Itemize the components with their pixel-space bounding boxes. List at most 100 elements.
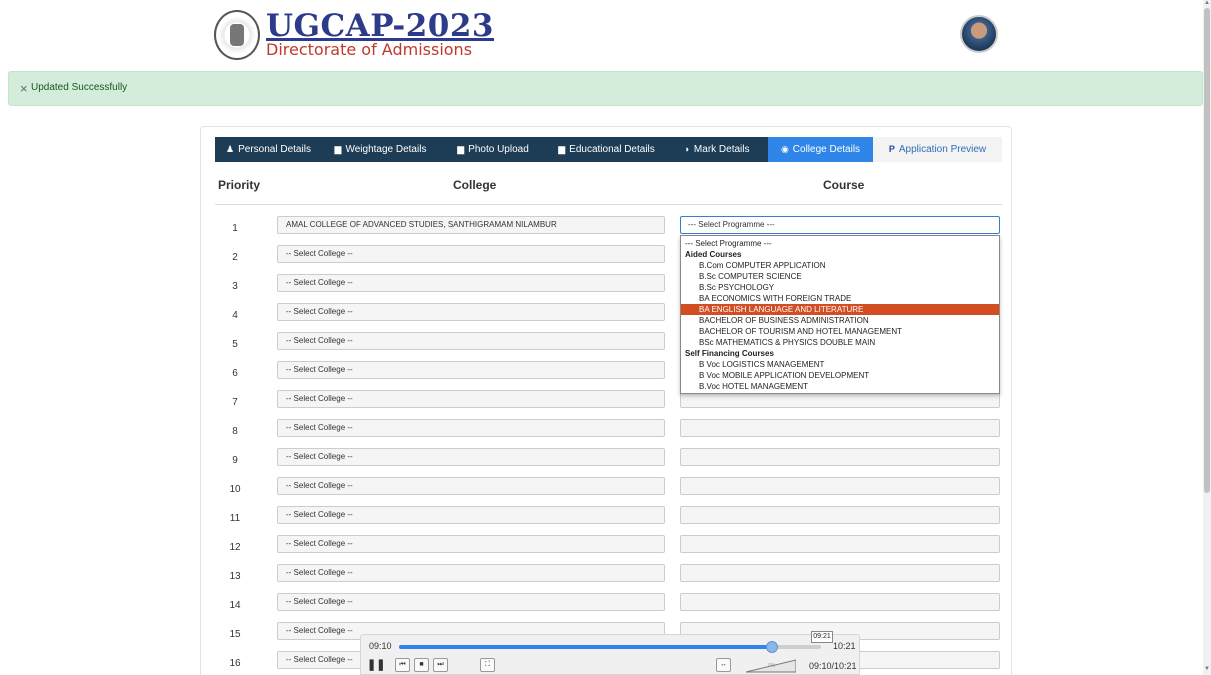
seek-handle[interactable] bbox=[765, 641, 778, 653]
seek-progress bbox=[399, 645, 772, 649]
dropdown-option[interactable]: B.Sc COMPUTER SCIENCE bbox=[681, 271, 999, 282]
course-select[interactable] bbox=[680, 564, 1000, 582]
dropdown-option[interactable]: BSc MATHEMATICS & PHYSICS DOUBLE MAIN bbox=[681, 337, 999, 348]
college-select[interactable]: -- Select College -- bbox=[277, 303, 665, 321]
priority-number: 10 bbox=[229, 484, 241, 495]
alert-message: Updated Successfully bbox=[31, 82, 128, 93]
college-select[interactable]: -- Select College -- bbox=[277, 506, 665, 524]
course-header: Course bbox=[823, 178, 865, 192]
seek-bar[interactable]: 09:21 bbox=[399, 631, 833, 653]
college-select[interactable]: -- Select College -- bbox=[277, 390, 665, 408]
priority-number: 5 bbox=[232, 339, 238, 350]
dropdown-option[interactable]: BACHELOR OF TOURISM AND HOTEL MANAGEMENT bbox=[681, 326, 999, 337]
priority-number: 3 bbox=[232, 281, 238, 292]
total-time: 10:21 bbox=[833, 641, 856, 651]
priority-number: 11 bbox=[229, 513, 241, 524]
tab-mark-details[interactable]: ◗ Mark Details bbox=[666, 137, 768, 162]
course-select[interactable] bbox=[680, 593, 1000, 611]
tab-weightage-details[interactable]: ▆ Weightage Details bbox=[322, 137, 439, 162]
dropdown-option[interactable]: B.Sc PSYCHOLOGY bbox=[681, 282, 999, 293]
book-icon: ▆ bbox=[334, 144, 342, 154]
college-select[interactable]: -- Select College -- bbox=[277, 477, 665, 495]
radio-icon: ◉ bbox=[780, 144, 789, 154]
fullscreen-icon[interactable]: ⛶ bbox=[480, 658, 495, 672]
tab-label: Personal Details bbox=[238, 144, 311, 155]
tab-application-preview[interactable]: P Application Preview bbox=[873, 137, 1002, 162]
college-select[interactable]: -- Select College -- bbox=[277, 245, 665, 263]
site-header: UGCAP-2023 Directorate of Admissions bbox=[0, 0, 1203, 70]
current-time: 09:10 bbox=[369, 641, 392, 651]
college-select[interactable]: -- Select College -- bbox=[277, 274, 665, 292]
college-select[interactable]: -- Select College -- bbox=[277, 361, 665, 379]
time-readout: 09:10/10:21 bbox=[809, 661, 857, 671]
college-select[interactable]: -- Select College -- bbox=[277, 593, 665, 611]
dropdown-option[interactable]: BA ECONOMICS WITH FOREIGN TRADE bbox=[681, 293, 999, 304]
dropdown-group-header: Self Financing Courses bbox=[685, 349, 774, 358]
priority-number: 8 bbox=[232, 426, 238, 437]
priority-number: 7 bbox=[232, 397, 238, 408]
priority-number: 9 bbox=[232, 455, 238, 466]
course-select[interactable]: --- Select Programme --- bbox=[680, 216, 1000, 234]
dropdown-option[interactable]: --- Select Programme --- bbox=[681, 238, 999, 249]
dropdown-option[interactable]: B.Com COMPUTER APPLICATION bbox=[681, 260, 999, 271]
dropdown-option[interactable]: BACHELOR OF BUSINESS ADMINISTRATION bbox=[681, 315, 999, 326]
college-select[interactable]: -- Select College -- bbox=[277, 419, 665, 437]
priority-number: 13 bbox=[229, 571, 241, 582]
scrollbar-thumb[interactable] bbox=[1204, 8, 1210, 493]
paypal-icon: P bbox=[888, 144, 895, 154]
college-select[interactable]: -- Select College -- bbox=[277, 448, 665, 466]
book-icon: ▆ bbox=[558, 144, 566, 154]
close-icon[interactable]: × bbox=[20, 81, 28, 96]
step-tabs: ♟ Personal Details ▆ Weightage Details ▆ Ph… bbox=[215, 137, 1002, 162]
brand-title[interactable]: UGCAP-2023 bbox=[266, 8, 494, 44]
tab-photo-upload[interactable]: ▆ Photo Upload bbox=[439, 137, 547, 162]
dropdown-option[interactable]: B Voc LOGISTICS MANAGEMENT bbox=[681, 359, 999, 370]
priority-number: 6 bbox=[232, 368, 238, 379]
next-icon[interactable]: ⏭ bbox=[433, 658, 448, 672]
priority-number: 16 bbox=[229, 658, 241, 669]
expand-icon[interactable]: ↔ bbox=[716, 658, 731, 672]
book-icon: ▆ bbox=[457, 144, 465, 154]
college-select[interactable]: -- Select College -- bbox=[277, 332, 665, 350]
college-select[interactable]: -- Select College -- bbox=[277, 535, 665, 553]
user-avatar[interactable] bbox=[960, 15, 998, 53]
previous-icon[interactable]: ⏮ bbox=[395, 658, 410, 672]
tab-label: Educational Details bbox=[569, 144, 655, 155]
course-select[interactable] bbox=[680, 448, 1000, 466]
dropdown-option[interactable]: B.Voc HOTEL MANAGEMENT bbox=[681, 381, 999, 392]
scroll-up-icon[interactable]: ▲ bbox=[1204, 0, 1210, 6]
dropdown-option-highlighted[interactable]: BA ENGLISH LANGUAGE AND LITERATURE bbox=[681, 304, 999, 315]
pause-icon[interactable]: ❚❚ bbox=[367, 658, 385, 672]
university-seal-logo bbox=[214, 10, 260, 60]
course-select[interactable] bbox=[680, 477, 1000, 495]
priority-header: Priority bbox=[218, 178, 261, 192]
course-select[interactable] bbox=[680, 419, 1000, 437]
course-select[interactable] bbox=[680, 506, 1000, 524]
tab-label: Application Preview bbox=[898, 144, 987, 155]
video-player-controls: 09:10 09:21 10:21 ❚❚ ⏮ ■ ⏭ ⛶ ↔ 0% 09:10/… bbox=[360, 631, 860, 675]
tab-college-details[interactable]: ◉ College Details bbox=[768, 137, 873, 162]
priority-number: 4 bbox=[232, 310, 238, 321]
seek-tooltip: 09:21 bbox=[811, 631, 833, 643]
tab-educational-details[interactable]: ▆ Educational Details bbox=[547, 137, 666, 162]
college-header: College bbox=[453, 178, 497, 192]
tab-label: Mark Details bbox=[693, 144, 750, 155]
college-select[interactable]: -- Select College -- bbox=[277, 564, 665, 582]
dropdown-option[interactable]: B Voc MOBILE APPLICATION DEVELOPMENT bbox=[681, 370, 999, 381]
scroll-down-icon[interactable]: ▼ bbox=[1204, 666, 1210, 672]
priority-number: 2 bbox=[232, 252, 238, 263]
college-select[interactable]: AMAL COLLEGE OF ADVANCED STUDIES, SANTHI… bbox=[277, 216, 665, 234]
volume-percent: 0% bbox=[768, 663, 776, 669]
binoculars-icon: ◗ bbox=[684, 144, 690, 154]
priority-number: 15 bbox=[229, 629, 241, 640]
course-select[interactable] bbox=[680, 535, 1000, 553]
stop-icon[interactable]: ■ bbox=[414, 658, 429, 672]
page-scrollbar[interactable]: ▲ ▼ bbox=[1203, 0, 1211, 675]
tab-personal-details[interactable]: ♟ Personal Details bbox=[215, 137, 322, 162]
user-icon: ♟ bbox=[226, 144, 235, 154]
success-alert: × Updated Successfully bbox=[8, 71, 1203, 106]
tab-label: College Details bbox=[792, 144, 861, 155]
volume-slider[interactable]: 0% bbox=[746, 659, 796, 673]
brand-subtitle: Directorate of Admissions bbox=[266, 40, 473, 59]
priority-number: 14 bbox=[229, 600, 241, 611]
